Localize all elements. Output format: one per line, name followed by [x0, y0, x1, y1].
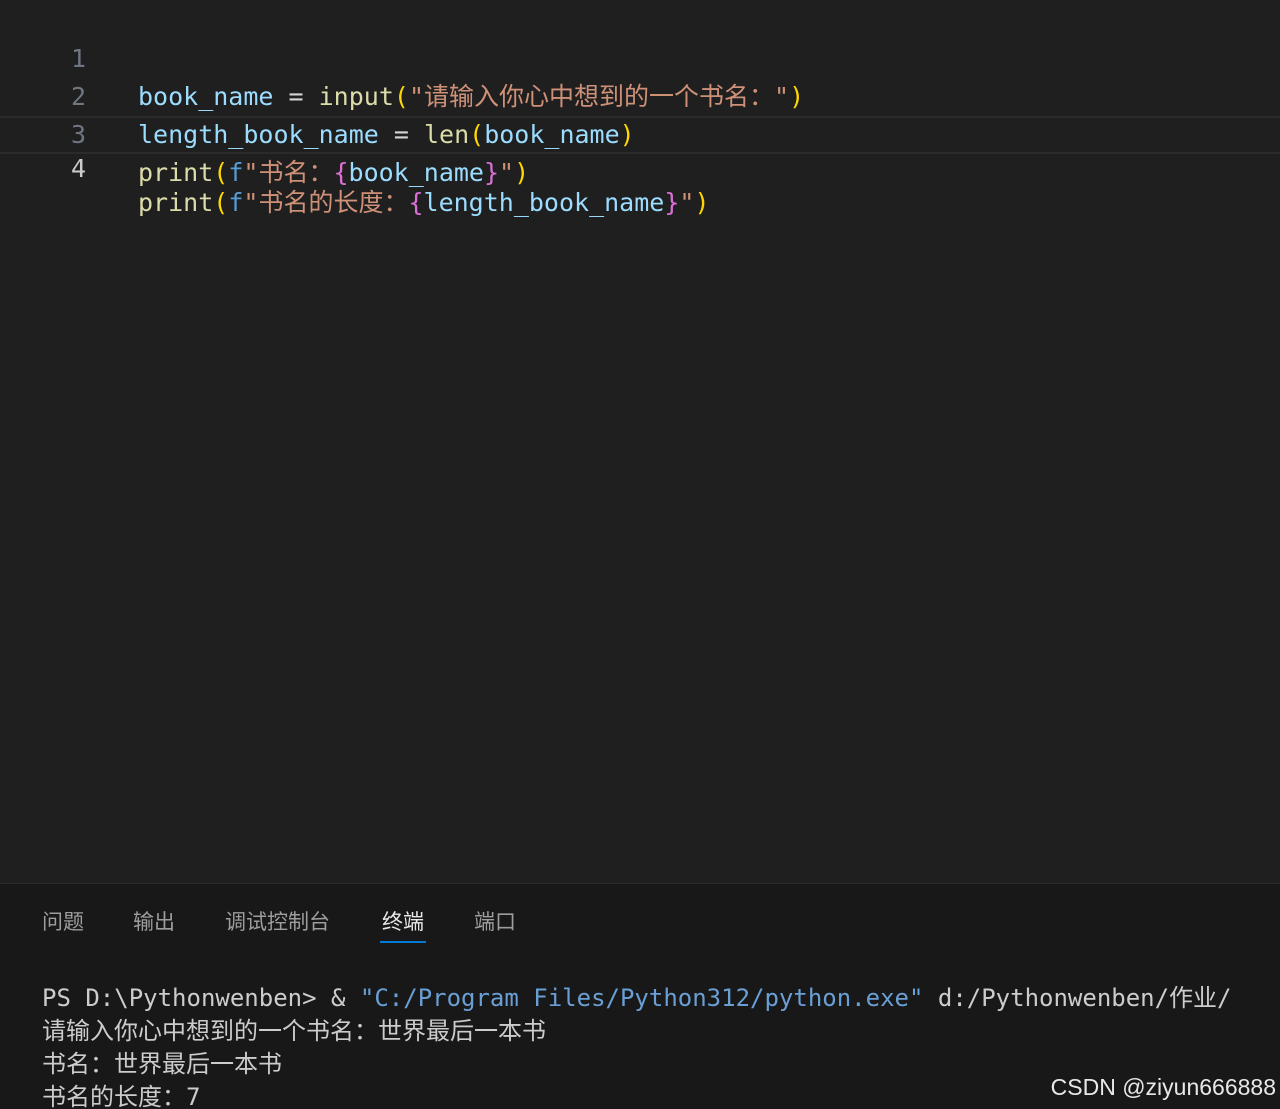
- active-tab-indicator: [380, 941, 426, 943]
- code-line-1[interactable]: 1 book_name = input("请输入你心中想到的一个书名："): [0, 2, 1280, 111]
- tab-output[interactable]: 输出: [133, 908, 175, 936]
- terminal-command-line: PS D:\Pythonwenben> & "C:/Program Files/…: [42, 982, 1280, 1015]
- code-line-3[interactable]: 3 print(f"书名：{book_name}"): [0, 78, 1280, 187]
- terminal-exe-path: "C:/Program Files/Python312/python.exe": [359, 984, 924, 1012]
- code-editor[interactable]: 1 book_name = input("请输入你心中想到的一个书名：") 2 …: [0, 0, 1280, 883]
- tab-problems[interactable]: 问题: [42, 908, 84, 936]
- code-text[interactable]: print(f"书名的长度：{length_book_name}"): [138, 186, 710, 220]
- watermark: CSDN @ziyun666888: [1050, 1074, 1276, 1100]
- tab-terminal-label: 终端: [382, 910, 424, 934]
- terminal-line: 请输入你心中想到的一个书名：世界最后一本书: [42, 1017, 546, 1045]
- code-line-2[interactable]: 2 length_book_name = len(book_name): [0, 40, 1280, 149]
- code-line-4-current[interactable]: 4 print(f"书名的长度：{length_book_name}"): [0, 116, 1280, 217]
- terminal-args: d:/Pythonwenben/作业/: [923, 984, 1232, 1012]
- terminal-prompt: PS D:\Pythonwenben> &: [42, 984, 360, 1012]
- tab-ports[interactable]: 端口: [474, 908, 516, 936]
- line-number: 4: [70, 154, 86, 183]
- panel-tab-bar: 问题 输出 调试控制台 终端 端口: [0, 884, 1280, 954]
- tab-terminal[interactable]: 终端: [380, 908, 426, 943]
- tab-debug-console[interactable]: 调试控制台: [225, 908, 330, 936]
